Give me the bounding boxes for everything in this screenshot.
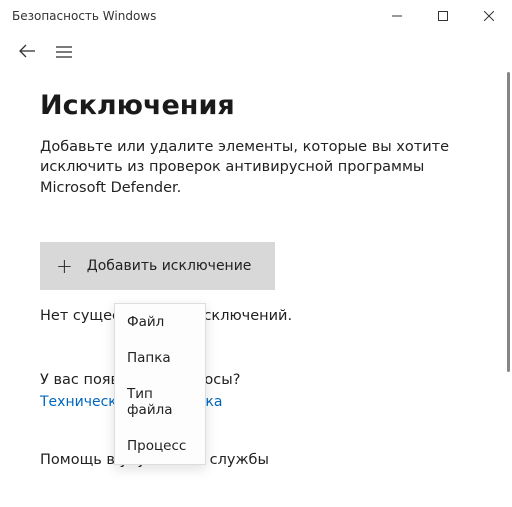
maximize-button[interactable] xyxy=(420,0,466,32)
back-button[interactable] xyxy=(18,43,36,62)
menu-button[interactable] xyxy=(56,43,72,62)
window-title: Безопасность Windows xyxy=(12,9,156,23)
titlebar: Безопасность Windows xyxy=(0,0,512,32)
scrollbar[interactable] xyxy=(507,72,510,372)
add-exclusion-button[interactable]: + Добавить исключение xyxy=(40,242,275,290)
dropdown-item-file[interactable]: Файл xyxy=(115,304,205,340)
exclusion-type-dropdown: Файл Папка Тип файла Процесс xyxy=(114,303,206,465)
close-button[interactable] xyxy=(466,0,512,32)
plus-icon: + xyxy=(56,254,73,278)
dropdown-item-process[interactable]: Процесс xyxy=(115,428,205,464)
question-text: У вас появились вопросы? xyxy=(40,372,472,388)
dropdown-item-folder[interactable]: Папка xyxy=(115,340,205,376)
page-title: Исключения xyxy=(40,90,472,121)
page-description: Добавьте или удалите элементы, которые в… xyxy=(40,137,472,198)
dropdown-item-filetype[interactable]: Тип файла xyxy=(115,376,205,428)
status-text: Нет существующих исключений. xyxy=(40,308,472,324)
toolbar xyxy=(0,32,512,72)
add-button-label: Добавить исключение xyxy=(87,258,252,274)
content: Исключения Добавьте или удалите элементы… xyxy=(0,72,512,468)
footer-heading: Помощь в улучшении службы xyxy=(40,452,472,468)
minimize-button[interactable] xyxy=(374,0,420,32)
